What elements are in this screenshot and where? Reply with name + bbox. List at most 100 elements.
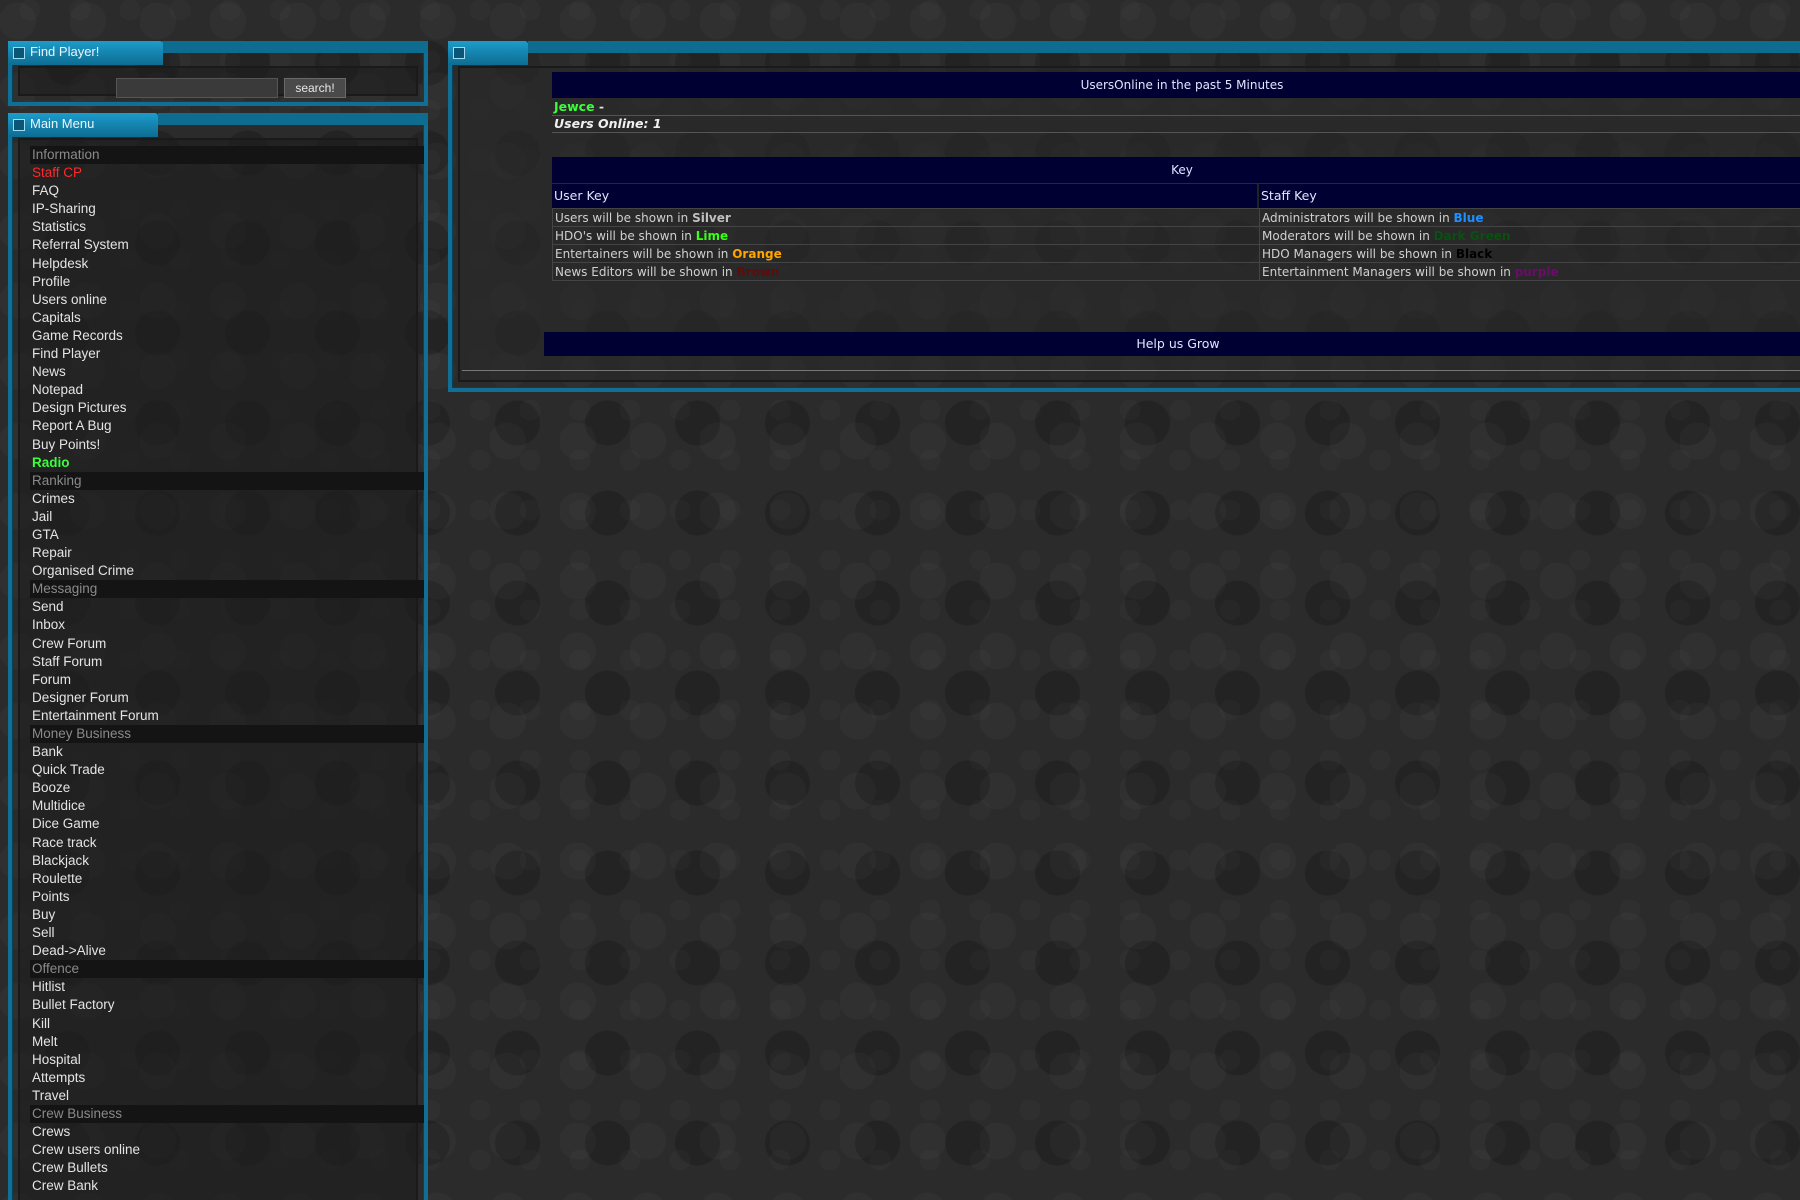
menu-section-messaging: Messaging: [30, 580, 424, 599]
menu-item-attempts[interactable]: Attempts: [30, 1069, 424, 1087]
user-key-cell: Entertainers will be shown in Orange: [552, 244, 1260, 263]
user-key-cell: HDO's will be shown in Lime: [552, 226, 1260, 245]
menu-item-crew-users-online[interactable]: Crew users online: [30, 1141, 424, 1159]
user-key-text: Entertainers will be shown in: [555, 246, 733, 261]
staff-key-color-name: Dark Green: [1433, 228, 1511, 243]
main-menu-tab: Main Menu: [8, 113, 158, 137]
menu-item-kill[interactable]: Kill: [30, 1015, 424, 1033]
menu-item-send[interactable]: Send: [30, 598, 424, 616]
users-online-title: UsersOnline in the past 5 Minutes: [552, 72, 1800, 98]
menu-item-profile[interactable]: Profile: [30, 273, 424, 291]
staff-key-color-name: Black: [1455, 246, 1493, 261]
menu-item-game-records[interactable]: Game Records: [30, 327, 424, 345]
menu-section-money-business: Money Business: [30, 725, 424, 744]
user-key-cell: News Editors will be shown in Brown: [552, 262, 1260, 281]
main-menu-panel: Main Menu Information Staff CP FAQ IP-Shari…: [8, 113, 428, 1200]
menu-item-referral-system[interactable]: Referral System: [30, 236, 424, 254]
menu-item-points[interactable]: Points: [30, 888, 424, 906]
staff-key-cell: Entertainment Managers will be shown in …: [1259, 262, 1800, 281]
online-user-link[interactable]: Jewce: [554, 99, 595, 114]
menu-item-quick-trade[interactable]: Quick Trade: [30, 761, 424, 779]
help-us-grow-bar[interactable]: Help us Grow: [544, 332, 1800, 356]
menu-item-booze[interactable]: Booze: [30, 779, 424, 797]
menu-item-entertainment-forum[interactable]: Entertainment Forum: [30, 707, 424, 725]
find-player-tab: Find Player!: [8, 41, 163, 65]
menu-section-ranking: Ranking: [30, 471, 424, 490]
menu-item-bullet-factory[interactable]: Bullet Factory: [30, 996, 424, 1014]
panel-header-bar: [528, 41, 1800, 53]
menu-item-report-a-bug[interactable]: Report A Bug: [30, 417, 424, 435]
find-player-panel: Find Player! search!: [8, 41, 428, 106]
menu-item-forum[interactable]: Forum: [30, 671, 424, 689]
menu-item-hitlist[interactable]: Hitlist: [30, 978, 424, 996]
menu-item-travel[interactable]: Travel: [30, 1087, 424, 1105]
menu-item-notepad[interactable]: Notepad: [30, 381, 424, 399]
user-key-color-name: Brown: [736, 264, 780, 279]
panel-square-icon: [13, 47, 25, 59]
menu-item-crews[interactable]: Crews: [30, 1123, 424, 1141]
key-title: Key: [552, 157, 1800, 183]
staff-key-cell: Administrators will be shown in Blue: [1259, 208, 1800, 227]
key-row: HDO's will be shown in Lime Moderators wi…: [552, 226, 1800, 245]
key-row: Entertainers will be shown in Orange HDO …: [552, 244, 1800, 263]
menu-item-crew-bullets[interactable]: Crew Bullets: [30, 1159, 424, 1177]
menu-item-crew-forum[interactable]: Crew Forum: [30, 635, 424, 653]
menu-item-dice-game[interactable]: Dice Game: [30, 815, 424, 833]
menu-item-dead-alive[interactable]: Dead->Alive: [30, 942, 424, 960]
menu-item-designer-forum[interactable]: Designer Forum: [30, 689, 424, 707]
key-table: Users will be shown in Silver Administrat…: [552, 208, 1800, 281]
staff-key-header: Staff Key: [1259, 184, 1800, 208]
menu-item-ip-sharing[interactable]: IP-Sharing: [30, 200, 424, 218]
menu-item-gta[interactable]: GTA: [30, 526, 424, 544]
menu-item-buy-points[interactable]: Buy Points!: [30, 436, 424, 454]
menu-item-crew-bank[interactable]: Crew Bank: [30, 1177, 424, 1195]
user-key-text: HDO's will be shown in: [555, 228, 696, 243]
users-online-count: Users Online: 1: [554, 116, 662, 131]
user-key-text: Users will be shown in: [555, 210, 693, 225]
menu-item-capitals[interactable]: Capitals: [30, 309, 424, 327]
menu-item-helpdesk[interactable]: Helpdesk: [30, 255, 424, 273]
menu-item-roulette[interactable]: Roulette: [30, 870, 424, 888]
menu-item-crimes[interactable]: Crimes: [30, 490, 424, 508]
menu-item-bank[interactable]: Bank: [30, 743, 424, 761]
panel-square-icon: [453, 47, 465, 59]
menu-item-statistics[interactable]: Statistics: [30, 218, 424, 236]
menu-item-radio[interactable]: Radio: [30, 454, 424, 472]
user-key-color-name: Orange: [732, 246, 782, 261]
menu-section-information: Information: [30, 146, 424, 165]
menu-item-faq[interactable]: FAQ: [30, 182, 424, 200]
menu-item-hospital[interactable]: Hospital: [30, 1051, 424, 1069]
main-menu-list: Information Staff CP FAQ IP-Sharing Statisti…: [30, 146, 424, 1195]
menu-item-blackjack[interactable]: Blackjack: [30, 852, 424, 870]
menu-item-staff-cp[interactable]: Staff CP: [30, 164, 424, 182]
menu-item-staff-forum[interactable]: Staff Forum: [30, 653, 424, 671]
menu-item-news[interactable]: News: [30, 363, 424, 381]
menu-item-organised-crime[interactable]: Organised Crime: [30, 562, 424, 580]
search-button[interactable]: search!: [284, 78, 346, 98]
user-key-text: News Editors will be shown in: [555, 264, 737, 279]
menu-item-jail[interactable]: Jail: [30, 508, 424, 526]
player-search-input[interactable]: [116, 78, 278, 98]
staff-key-text: Entertainment Managers will be shown in: [1262, 264, 1515, 279]
menu-item-design-pictures[interactable]: Design Pictures: [30, 399, 424, 417]
key-headers: User Key Staff Key: [552, 184, 1800, 208]
menu-item-multidice[interactable]: Multidice: [30, 797, 424, 815]
user-key-cell: Users will be shown in Silver: [552, 208, 1260, 227]
key-row: Users will be shown in Silver Administrat…: [552, 208, 1800, 227]
staff-key-color-name: purple: [1514, 264, 1559, 279]
online-user-row: Jewce -: [554, 99, 604, 114]
user-key-color-name: Lime: [695, 228, 729, 243]
menu-item-users-online[interactable]: Users online: [30, 291, 424, 309]
menu-item-inbox[interactable]: Inbox: [30, 616, 424, 634]
staff-key-cell: Moderators will be shown in Dark Green: [1259, 226, 1800, 245]
menu-section-offence: Offence: [30, 960, 424, 979]
menu-item-find-player[interactable]: Find Player: [30, 345, 424, 363]
panel-square-icon: [13, 119, 25, 131]
menu-item-sell[interactable]: Sell: [30, 924, 424, 942]
menu-section-crew-business: Crew Business: [30, 1104, 424, 1124]
menu-item-melt[interactable]: Melt: [30, 1033, 424, 1051]
menu-item-race-track[interactable]: Race track: [30, 834, 424, 852]
staff-key-text: HDO Managers will be shown in: [1262, 246, 1456, 261]
menu-item-buy[interactable]: Buy: [30, 906, 424, 924]
menu-item-repair[interactable]: Repair: [30, 544, 424, 562]
